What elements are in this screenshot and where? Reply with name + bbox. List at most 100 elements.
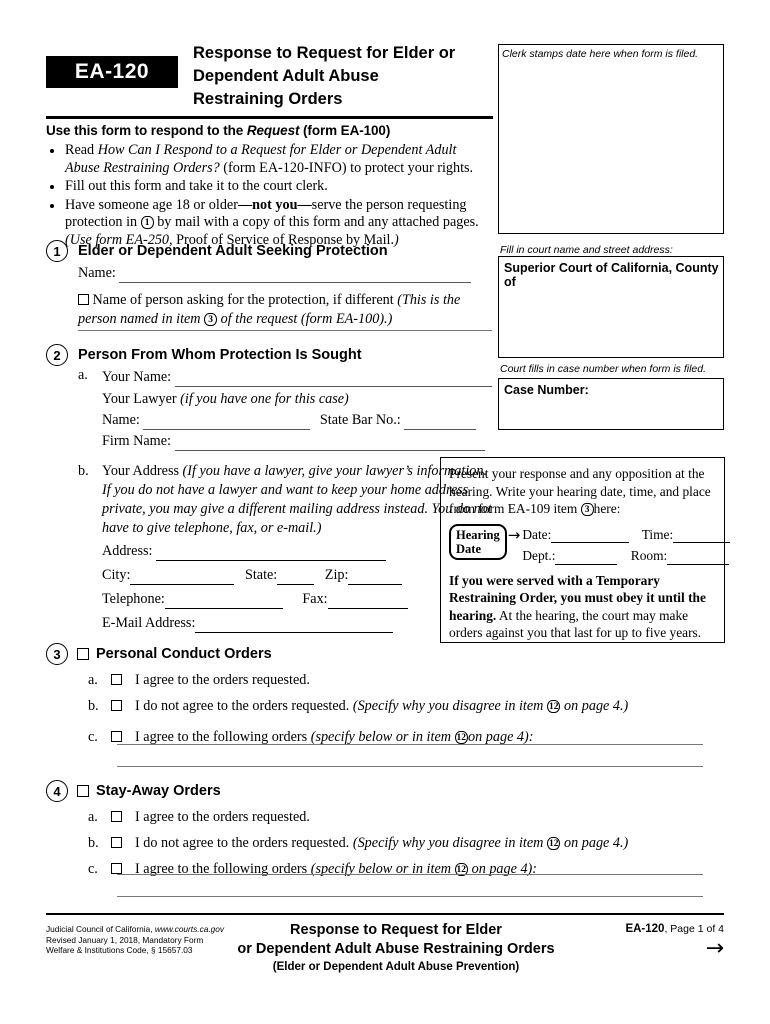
section-4-item-b-text: I do not agree to the orders requested. [135,835,353,851]
hearing-date-input[interactable] [551,529,630,543]
footer-divider [46,913,724,915]
form-title: Response to Request for Elder or Depende… [193,42,493,111]
different-person-checkbox[interactable] [78,294,89,305]
lawyer-name-label: Name: [102,412,140,428]
city-input[interactable] [130,571,235,585]
hearing-dept-label: Dept.: [522,548,556,563]
instruction-serve-post2: by mail with a copy of this form and any… [157,214,479,230]
hearing-date-badge: Hearing Date [449,523,507,560]
arrow-right-icon: → [507,525,521,544]
your-lawyer-italic: (if you have one for this case) [180,391,349,407]
section-3-checkbox[interactable] [77,648,89,660]
circled-number-3-icon: 3 [204,313,218,326]
hearing-date-badge-line2: Date [456,541,481,556]
footer-title: Response to Request for Elder or Depende… [206,921,586,976]
state-input[interactable] [277,571,315,585]
telephone-input[interactable] [164,595,283,609]
clerk-stamp-box[interactable] [498,44,724,234]
section-3-item-c-italic: (specify below or in item [310,729,455,745]
section-4-item-b-checkbox[interactable] [111,837,122,848]
section-2-number: 2 [46,344,68,366]
section-4-item-a-text: I agree to the orders requested. [135,809,310,825]
instruction-item-read: Read How Can I Respond to a Request for … [46,142,493,177]
address-input[interactable] [156,547,386,561]
hearing-date-row: Hearing Date → Date: Time: Dept.: Room: [449,523,731,565]
zip-input[interactable] [348,571,403,585]
section-3-item-b-italic: (Specify why you disagree in item [352,698,547,714]
section-2b-letter: b. [78,463,89,479]
court-name-box[interactable]: Superior Court of California, County of [498,256,724,358]
circled-number-12-icon-3b: 12 [546,700,561,713]
firm-name-input[interactable] [174,437,485,451]
elder-name-input[interactable] [119,269,472,283]
zip-label: Zip: [324,567,349,583]
hearing-date-time-row: Date: Time: [522,526,731,543]
elder-name-field-row: Name: [78,264,493,283]
use-form-request-word: Request [246,123,300,138]
footer-council: Judicial Council of California, [46,924,155,934]
different-person-label: Name of person asking for the protection… [92,292,398,308]
section-3-item-c-letter: c. [88,729,98,745]
form-title-line-3: Restraining Orders [193,90,343,108]
section-3-item-b-checkbox[interactable] [111,700,122,711]
header-divider [46,116,493,119]
section-4-item-c-checkbox[interactable] [111,863,122,874]
section-4-checkbox[interactable] [77,785,89,797]
section-3-item-a: a. I agree to the orders requested. [88,671,724,690]
next-page-arrow-icon: → [705,936,724,961]
form-page: EA-120 Response to Request for Elder or … [0,0,770,1024]
section-4-item-a-checkbox[interactable] [111,811,122,822]
email-input[interactable] [195,619,394,633]
lawyer-name-row: Name: State Bar No.: [102,411,493,430]
section-3-number: 3 [46,643,68,665]
section-2a-letter: a. [78,367,88,383]
circled-number-12-icon-4b: 12 [546,837,561,850]
section-3-item-b-italic2: on page 4.) [560,698,629,714]
case-number-caption: Court fills in case number when form is … [500,363,706,375]
section-3-answer-line-1[interactable] [117,744,703,745]
case-number-label: Case Number: [504,383,589,397]
hearing-date-badge-line1: Hearing [456,527,500,542]
different-person-row: Name of person asking for the protection… [78,291,493,329]
form-title-line-2: Dependent Adult Abuse [193,67,379,85]
footer-title-line-2: or Dependent Adult Abuse Restraining Ord… [237,941,555,957]
section-3-item-b: b. I do not agree to the orders requeste… [88,697,724,716]
section-4-answer-line-1[interactable] [117,874,703,875]
hearing-time-label: Time: [641,526,674,542]
section-1-body: Name: Name of person asking for the prot… [78,264,493,329]
instruction-read-pre: Read [65,142,98,158]
telephone-fax-row: Telephone: Fax: [102,590,493,609]
section-3-answer-line-2[interactable] [117,766,703,767]
hearing-room-input[interactable] [667,551,730,565]
case-number-box[interactable]: Case Number: [498,378,724,430]
lawyer-name-input[interactable] [143,416,311,430]
hearing-room-label: Room: [630,548,668,563]
hearing-time-input[interactable] [673,529,731,543]
your-lawyer-row: Your Lawyer (if you have one for this ca… [102,390,493,409]
elder-alt-name-input[interactable] [78,330,492,331]
circled-number-3-hearing-icon: 3 [580,503,594,516]
section-3-item-b-letter: b. [88,698,99,714]
section-4-answer-line-2[interactable] [117,896,703,897]
section-4-item-a: a. I agree to the orders requested. [88,808,724,827]
circled-number-12-icon-3c: 12 [454,731,469,744]
firm-name-label: Firm Name: [102,433,171,449]
section-3-item-c-text: I agree to the following orders [135,729,311,745]
hearing-dept-input[interactable] [555,551,618,565]
instruction-fill-text: Fill out this form and take it to the co… [65,178,328,194]
state-bar-input[interactable] [404,416,477,430]
fax-input[interactable] [327,595,408,609]
your-address-intro: Your Address (If you have a lawyer, give… [102,462,493,538]
section-3-item-c-checkbox[interactable] [111,731,122,742]
city-state-zip-row: City: State: Zip: [102,566,493,585]
hearing-warning: If you were served with a Temporary Rest… [449,572,716,642]
section-1: 1 Elder or Dependent Adult Seeking Protec… [46,240,493,329]
section-3-item-a-checkbox[interactable] [111,674,122,685]
section-2-body: a. Your Name: Your Lawyer (if you have o… [78,366,493,633]
section-4-item-a-letter: a. [88,809,98,825]
footer-form-number: EA-120 [625,923,665,935]
your-name-input[interactable] [174,373,492,387]
use-form-pre: Use this form to respond to the [46,123,247,138]
city-label: City: [102,567,131,583]
instruction-list: Read How Can I Respond to a Request for … [46,142,493,249]
